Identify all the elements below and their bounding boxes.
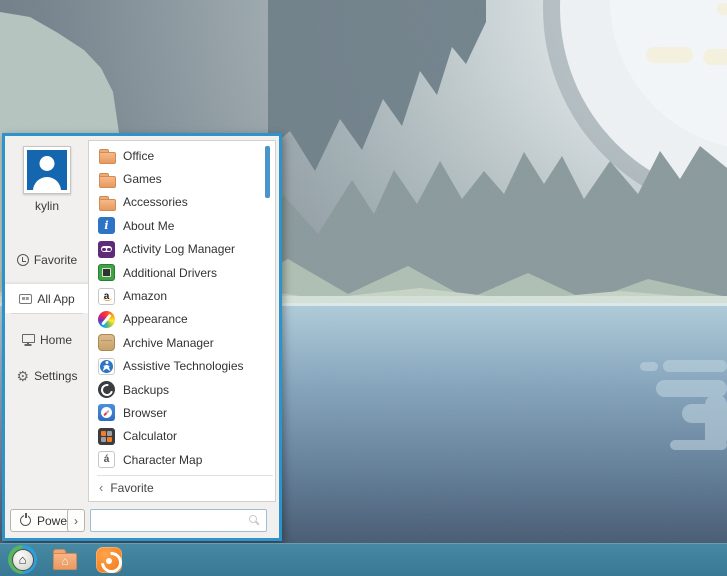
app-item-office[interactable]: Office xyxy=(89,144,275,167)
browser-icon xyxy=(98,404,115,421)
home-folder-icon: ⌂ xyxy=(53,553,77,570)
folder-icon xyxy=(98,171,115,188)
sidebar-item-home[interactable]: Home xyxy=(5,327,89,353)
power-options-arrow-button[interactable]: › xyxy=(67,509,85,532)
clock-icon xyxy=(17,254,29,266)
all-apps-icon xyxy=(19,294,32,304)
taskbar: ⌂ ⌂ xyxy=(0,543,727,576)
search-box xyxy=(90,509,267,532)
app-item-accessories[interactable]: Accessories xyxy=(89,191,275,214)
assistive-icon xyxy=(98,358,115,375)
sidebar-divider xyxy=(11,313,83,314)
app-item-archive-manager[interactable]: Archive Manager xyxy=(89,331,275,354)
amazon-icon: a xyxy=(98,288,115,305)
app-list-panel: Office Games Accessories i About Me Acti… xyxy=(88,140,276,502)
charmap-icon: á xyxy=(98,451,115,468)
app-item-browser[interactable]: Browser xyxy=(89,401,275,424)
start-menu-panel: kylin Favorite All App Home ⚙ Settings xyxy=(2,133,282,541)
app-item-about-me[interactable]: i About Me xyxy=(89,214,275,237)
sidebar-item-label: Favorite xyxy=(34,253,77,267)
app-item-games[interactable]: Games xyxy=(89,167,275,190)
calculator-icon xyxy=(98,428,115,445)
about-me-icon: i xyxy=(98,217,115,234)
app-item-appearance[interactable]: Appearance xyxy=(89,308,275,331)
drivers-icon xyxy=(98,264,115,281)
start-menu-button[interactable]: ⌂ xyxy=(8,545,37,574)
start-house-icon: ⌂ xyxy=(12,549,34,571)
user-avatar[interactable] xyxy=(23,146,71,194)
folder-icon xyxy=(98,147,115,164)
folder-icon xyxy=(98,194,115,211)
appearance-icon xyxy=(98,311,115,328)
app-item-assistive-technologies[interactable]: Assistive Technologies xyxy=(89,355,275,378)
menu-sidebar: kylin Favorite All App Home ⚙ Settings xyxy=(5,136,89,538)
desktop: kylin Favorite All App Home ⚙ Settings xyxy=(0,0,727,576)
gear-icon: ⚙ xyxy=(17,369,30,383)
scrollbar-thumb[interactable] xyxy=(265,146,270,198)
username-label: kylin xyxy=(5,199,89,213)
app-list: Office Games Accessories i About Me Acti… xyxy=(89,141,275,471)
search-input[interactable] xyxy=(91,510,266,531)
app-item-amazon[interactable]: a Amazon xyxy=(89,284,275,307)
app-item-backups[interactable]: Backups xyxy=(89,378,275,401)
back-to-favorite-link[interactable]: ‹ Favorite xyxy=(89,476,275,499)
sidebar-item-label: All App xyxy=(37,292,74,306)
sidebar-item-label: Home xyxy=(40,333,72,347)
backups-icon xyxy=(98,381,115,398)
app-item-additional-drivers[interactable]: Additional Drivers xyxy=(89,261,275,284)
sidebar-item-favorite[interactable]: Favorite xyxy=(5,247,89,273)
power-icon xyxy=(20,515,31,526)
app-item-character-map[interactable]: á Character Map xyxy=(89,448,275,471)
archive-icon xyxy=(98,334,115,351)
user-avatar-icon xyxy=(27,150,67,190)
sidebar-item-label: Settings xyxy=(34,369,77,383)
app-item-activity-log-manager[interactable]: Activity Log Manager xyxy=(89,238,275,261)
sidebar-item-settings[interactable]: ⚙ Settings xyxy=(5,363,89,389)
app-item-calculator[interactable]: Calculator xyxy=(89,425,275,448)
activity-log-icon xyxy=(98,241,115,258)
chevron-right-icon: › xyxy=(74,514,78,528)
chevron-left-icon: ‹ xyxy=(99,481,103,494)
firefox-button[interactable] xyxy=(96,547,122,573)
sidebar-item-all-app[interactable]: All App xyxy=(5,283,89,313)
monitor-icon xyxy=(22,334,35,343)
file-manager-button[interactable]: ⌂ xyxy=(53,549,78,571)
